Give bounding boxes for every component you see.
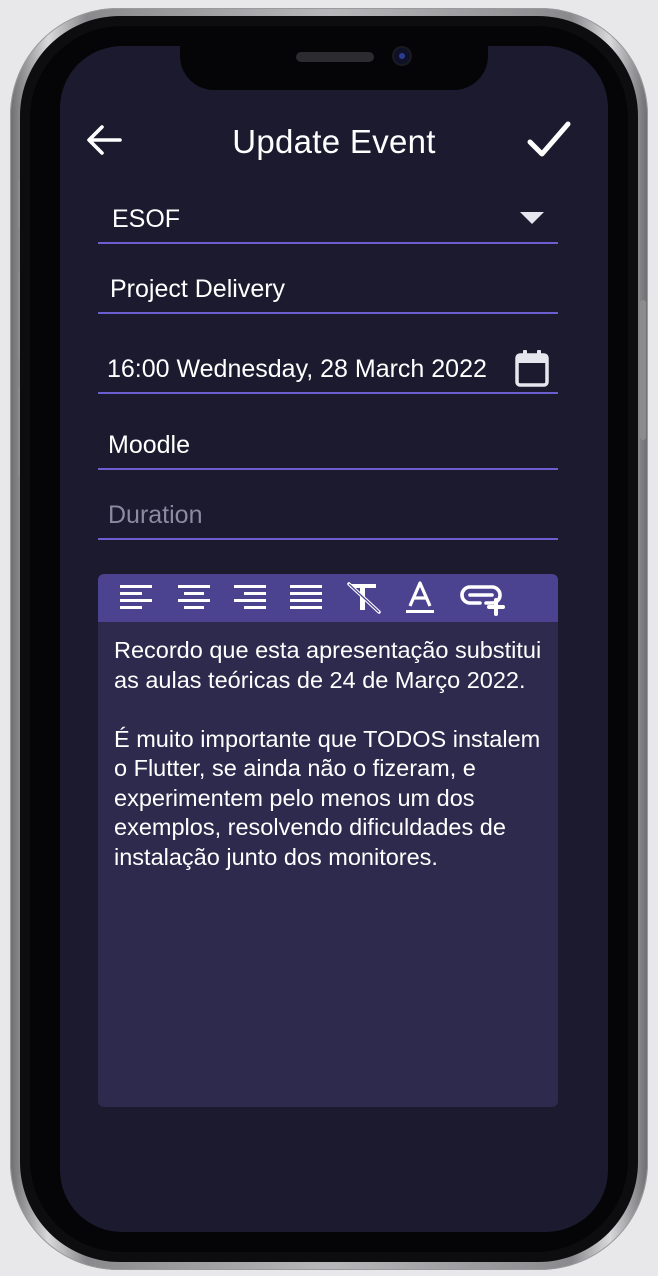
duration-field[interactable]: Duration xyxy=(98,494,558,540)
editor-toolbar xyxy=(98,574,558,622)
speaker-grille xyxy=(296,52,374,62)
align-center-icon xyxy=(178,585,210,609)
save-button[interactable] xyxy=(526,118,572,162)
editor-paragraph: Recordo que esta apresentação substitui … xyxy=(114,637,542,693)
front-camera xyxy=(394,48,410,64)
clear-format-button[interactable] xyxy=(346,580,382,616)
course-dropdown[interactable]: ESOF xyxy=(98,198,558,244)
app-screen: Update Event ESOF Project Delivery 16:00… xyxy=(60,46,608,1232)
event-name-field[interactable]: Project Delivery xyxy=(98,268,558,314)
align-justify-icon xyxy=(290,585,322,609)
insert-link-icon xyxy=(460,585,505,616)
event-name-value: Project Delivery xyxy=(110,275,286,303)
insert-link-button[interactable] xyxy=(456,580,510,616)
align-right-icon xyxy=(234,585,266,609)
dropdown-arrow-icon xyxy=(520,212,544,224)
editor-paragraph: É muito importante que TODOS instalem o … xyxy=(114,725,541,870)
location-value: Moodle xyxy=(108,431,190,459)
datetime-value: 16:00 Wednesday, 28 March 2022 xyxy=(107,355,487,383)
power-button xyxy=(640,300,646,440)
text-color-icon xyxy=(406,581,434,613)
notch xyxy=(180,46,488,90)
align-right-button[interactable] xyxy=(232,580,268,616)
align-left-button[interactable] xyxy=(118,580,154,616)
clear-format-icon xyxy=(347,582,381,614)
duration-placeholder: Duration xyxy=(108,501,203,529)
datetime-field[interactable]: 16:00 Wednesday, 28 March 2022 xyxy=(98,344,558,394)
app-header: Update Event xyxy=(60,112,608,172)
text-color-button[interactable] xyxy=(402,580,438,616)
align-justify-button[interactable] xyxy=(288,580,324,616)
course-dropdown-value: ESOF xyxy=(112,205,181,233)
checkmark-icon xyxy=(527,121,571,157)
calendar-icon[interactable] xyxy=(514,348,550,388)
align-center-button[interactable] xyxy=(176,580,212,616)
rich-text-editor[interactable]: Recordo que esta apresentação substitui … xyxy=(98,574,558,1107)
align-left-icon xyxy=(120,585,152,609)
location-field[interactable]: Moodle xyxy=(98,424,558,470)
editor-content[interactable]: Recordo que esta apresentação substitui … xyxy=(114,636,544,872)
